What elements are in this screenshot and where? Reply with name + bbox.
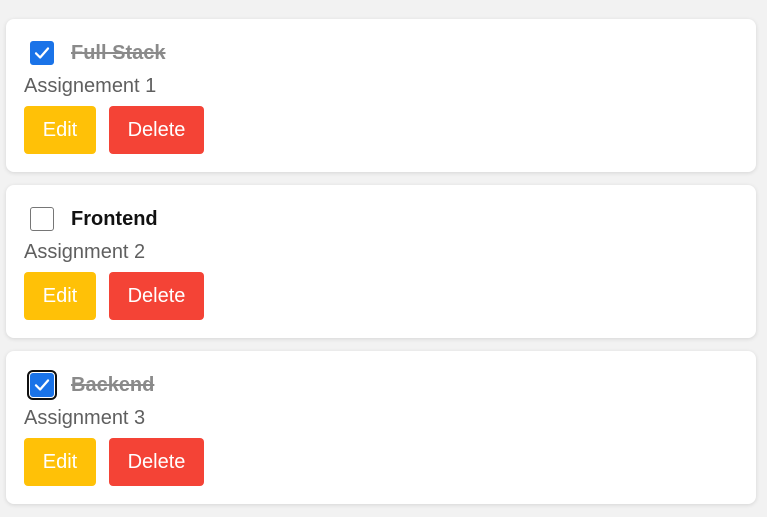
check-icon <box>34 379 50 391</box>
edit-button[interactable]: Edit <box>24 106 96 154</box>
delete-button[interactable]: Delete <box>109 272 204 320</box>
task-card: Full Stack Assignement 1 Edit Delete <box>6 19 756 172</box>
delete-button[interactable]: Delete <box>109 438 204 486</box>
task-title-row: Full Stack <box>30 40 165 66</box>
task-card: Frontend Assignment 2 Edit Delete <box>6 185 756 338</box>
task-actions: Edit Delete <box>24 106 204 154</box>
task-list: Full Stack Assignement 1 Edit Delete Fro… <box>6 19 756 517</box>
task-complete-checkbox[interactable] <box>27 370 57 400</box>
task-title: Backend <box>71 373 155 396</box>
task-actions: Edit Delete <box>24 272 204 320</box>
task-card: Backend Assignment 3 Edit Delete <box>6 351 756 504</box>
delete-button[interactable]: Delete <box>109 106 204 154</box>
task-title: Full Stack <box>71 41 166 64</box>
task-title: Frontend <box>71 207 158 230</box>
task-description: Assignment 2 <box>24 241 146 263</box>
edit-button[interactable]: Edit <box>24 438 96 486</box>
edit-button[interactable]: Edit <box>24 272 96 320</box>
task-description: Assignement 1 <box>24 75 157 97</box>
task-description: Assignment 3 <box>24 407 146 429</box>
task-title-row: Backend <box>27 370 155 400</box>
check-icon <box>34 47 50 59</box>
task-complete-checkbox[interactable] <box>30 41 54 65</box>
task-actions: Edit Delete <box>24 438 204 486</box>
task-complete-checkbox[interactable] <box>30 207 54 231</box>
task-title-row: Frontend <box>30 206 158 232</box>
